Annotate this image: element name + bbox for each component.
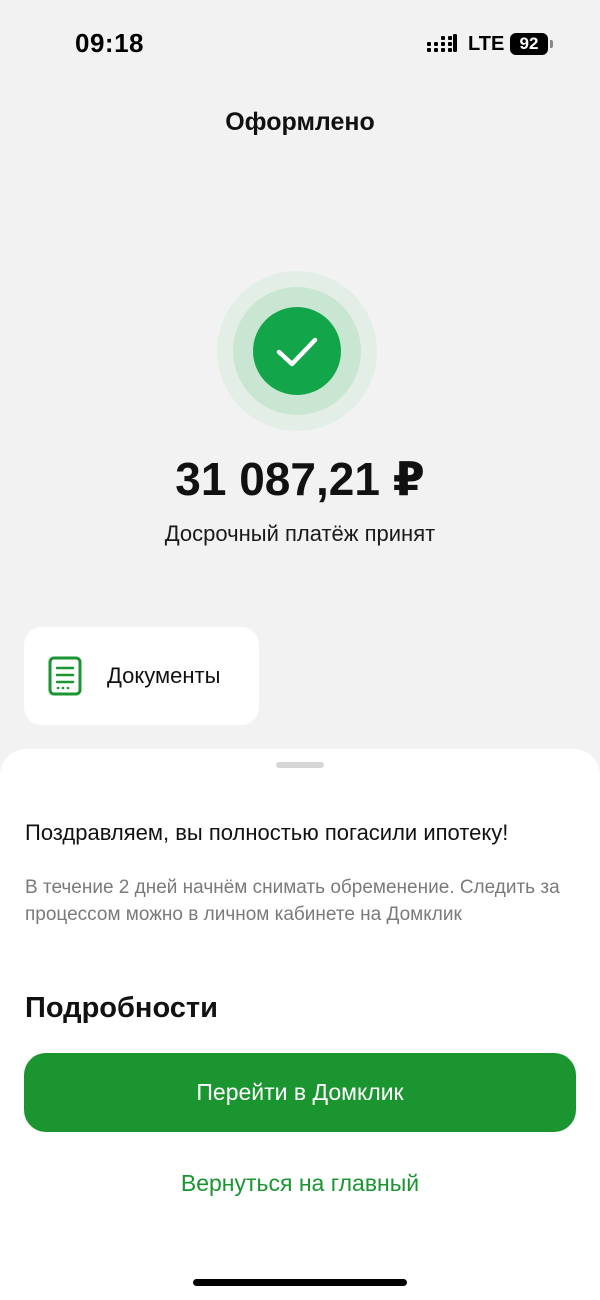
details-link[interactable]: Подробности bbox=[25, 992, 218, 1025]
network-type: LTE bbox=[468, 33, 505, 55]
go-to-domclick-button[interactable]: Перейти в Домклик bbox=[24, 1053, 576, 1132]
home-indicator bbox=[193, 1279, 407, 1286]
battery-tip bbox=[550, 40, 553, 48]
signal-bars-icon bbox=[427, 34, 457, 52]
sheet-drag-handle[interactable] bbox=[276, 762, 324, 768]
documents-label: Документы bbox=[107, 663, 221, 688]
payment-status: Досрочный платёж принят bbox=[164, 521, 436, 546]
status-time: 09:18 bbox=[75, 28, 144, 58]
encumbrance-description: В течение 2 дней начнём снимать обремене… bbox=[25, 877, 560, 925]
status-bar: 09:18 LTE 92 bbox=[0, 0, 600, 90]
app-screen: 09:18 LTE 92 Оформлено 31 087,21 ₽ Досро… bbox=[0, 0, 600, 1300]
document-icon bbox=[48, 656, 82, 696]
congratulations-text: Поздравляем, вы полностью погасили ипоте… bbox=[25, 820, 509, 845]
return-home-link[interactable]: Вернуться на главный bbox=[0, 1170, 600, 1197]
payment-amount: 31 087,21 ₽ bbox=[175, 453, 425, 505]
battery-icon: 92 bbox=[510, 33, 548, 55]
checkmark-icon bbox=[276, 337, 318, 367]
documents-button[interactable]: Документы bbox=[24, 627, 259, 725]
success-badge bbox=[217, 271, 377, 431]
bottom-sheet: Поздравляем, вы полностью погасили ипоте… bbox=[0, 749, 600, 1300]
page-title: Оформлено bbox=[225, 108, 375, 136]
